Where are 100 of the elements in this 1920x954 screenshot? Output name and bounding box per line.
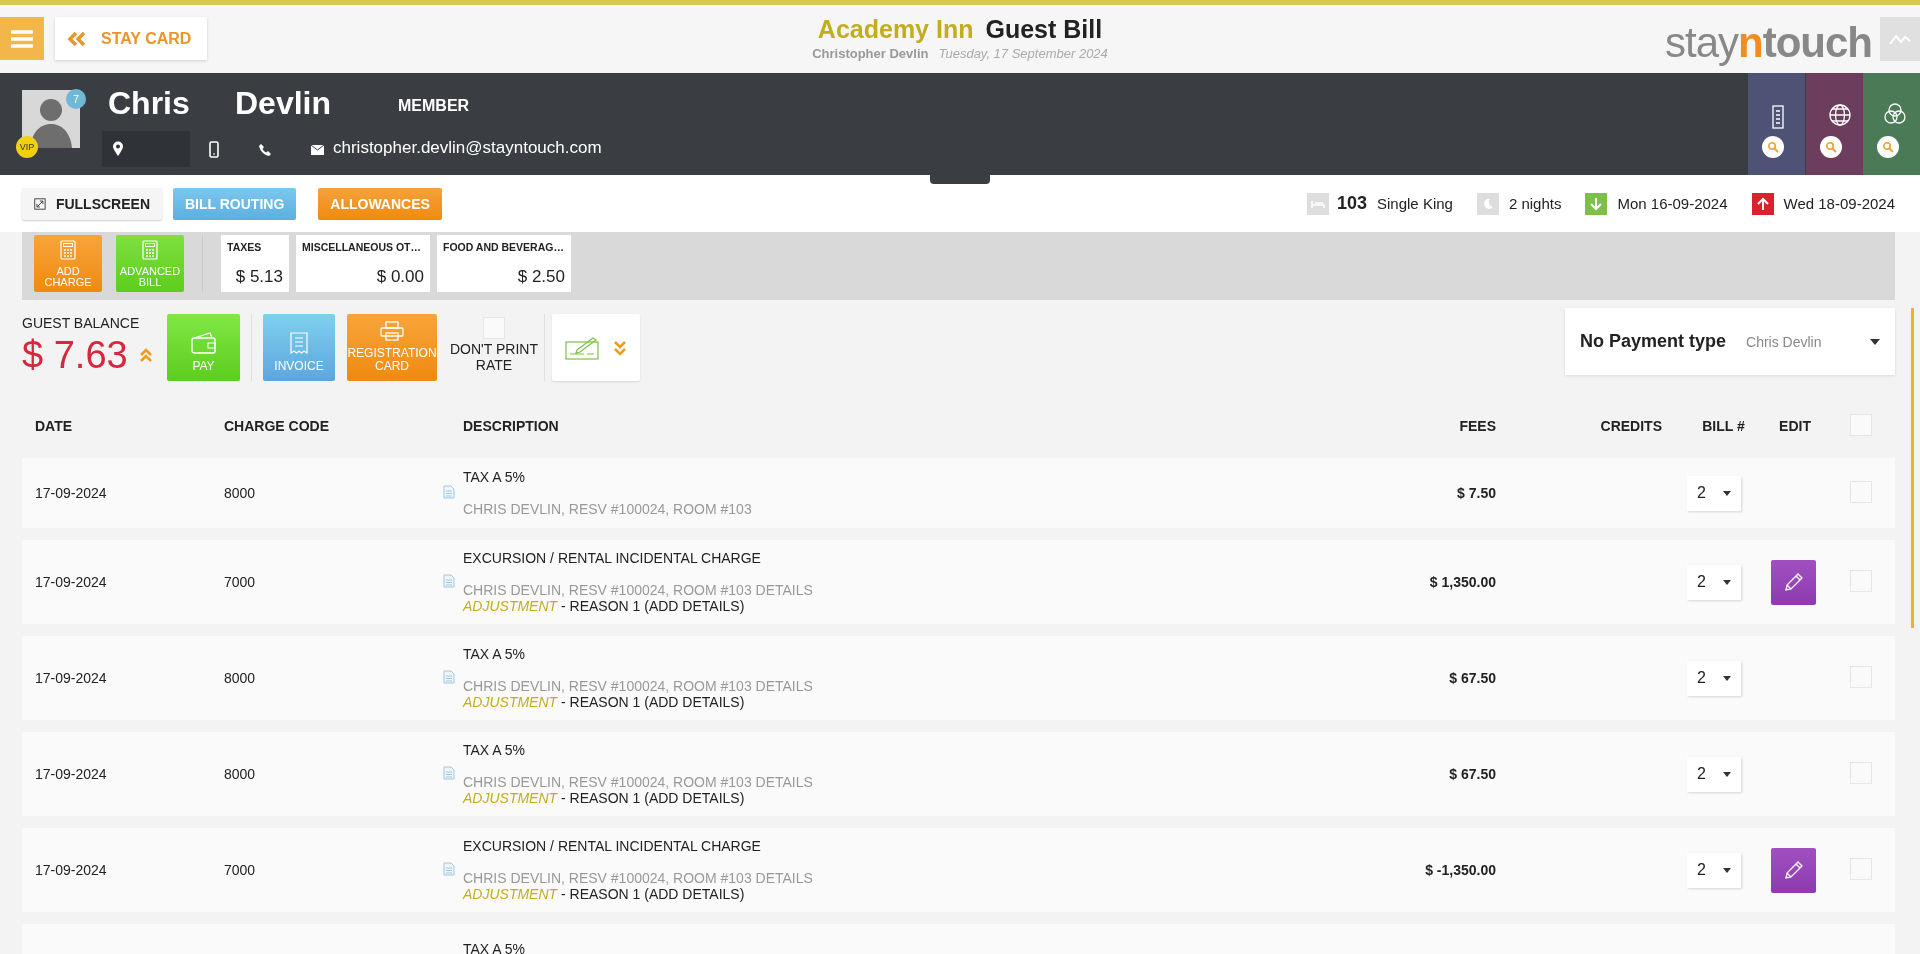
building-icon [1770, 103, 1786, 129]
document-icon[interactable] [443, 573, 455, 588]
edit-button[interactable] [1771, 847, 1816, 893]
search-icon [1825, 141, 1837, 153]
charge-details: CHRIS DEVLIN, RESV #100024, ROOM #103 DETAILS [463, 678, 814, 694]
search-icon [1767, 141, 1779, 153]
avatar [22, 90, 80, 148]
vip-badge: VIP [16, 136, 38, 158]
summary-amount: $ 5.13 [234, 267, 283, 287]
charge-row[interactable]: 17-09-2024 7000 EXCURSION / RENTAL INCIDENTAL CHARGE CHRIS DEVLIN, RESV #100024, ROOM #103 DETAILS ADJUSTMENT - REASON 1 (ADD DETAILS) $ -1,350.00 2 [22, 828, 1895, 912]
payment-method-button[interactable] [552, 314, 640, 381]
document-icon[interactable] [443, 669, 455, 684]
nights: 2 nights [1508, 195, 1562, 212]
column-header: CREDITS [1599, 418, 1662, 434]
summary-label: FOOD AND BEVERAG… [443, 241, 565, 253]
expand-icon [34, 195, 46, 212]
email-link[interactable]: christopher.devlin@stayntouch.com [333, 138, 602, 158]
bill-select[interactable]: 2 [1687, 852, 1741, 888]
line-chart-icon [1889, 32, 1911, 46]
date-cell-text: 17-09-2024 [35, 485, 108, 501]
charge-details: CHRIS DEVLIN, RESV #100024, ROOM #103 DETAILS [463, 870, 814, 886]
summary-label: TAXES [227, 241, 263, 253]
bill-select[interactable]: 2 [1687, 475, 1741, 511]
circles-tile[interactable] [1863, 73, 1920, 175]
date: Tuesday, 17 September 2024 [938, 46, 1108, 61]
fullscreen-button[interactable]: FULLSCREEN [22, 187, 162, 220]
logo-text: n [1738, 19, 1763, 67]
column-header: DATE [35, 418, 74, 434]
count-badge: 7 [66, 89, 86, 109]
charge-title: EXCURSION / RENTAL INCIDENTAL CHARGE [463, 838, 762, 854]
charge-title: TAX A 5% [463, 646, 526, 662]
chevron-up-icon[interactable] [139, 347, 153, 363]
fee-amount: $ 1,350.00 [1428, 574, 1496, 590]
adjustment-note: ADJUSTMENT - REASON 1 (ADD DETAILS) [463, 886, 746, 902]
scrollbar[interactable] [1911, 308, 1914, 628]
column-header: BILL # [1701, 418, 1746, 434]
bed-icon [1306, 192, 1329, 215]
room-type: Single King [1377, 195, 1453, 212]
hotel-name: Academy Inn [817, 15, 974, 44]
fee-amount: $ -1,350.00 [1424, 862, 1496, 878]
charge-title: TAX A 5% [463, 469, 526, 485]
fee-amount: $ 67.50 [1448, 670, 1496, 686]
charge-row[interactable]: 17-09-2024 8000 TAX A 5% CHRIS DEVLIN, RESV #100024, ROOM #103 $ 7.50 2 [22, 458, 1895, 528]
summary-card[interactable]: MISCELLANEOUS OT… $ 0.00 [296, 235, 430, 292]
menu-button[interactable] [0, 17, 44, 60]
date-cell-text: 17-09-2024 [35, 574, 108, 590]
column-header: CHARGE CODE [224, 418, 330, 434]
bill-select[interactable]: 2 [1687, 756, 1741, 792]
summary-label: MISCELLANEOUS OT… [302, 241, 422, 253]
circles-icon [1883, 103, 1907, 127]
column-header: DESCRIPTION [463, 418, 560, 434]
logo-text: stay [1665, 19, 1739, 67]
departure-icon [1751, 192, 1774, 215]
charge-row[interactable]: 17-09-2024 8000 TAX A 5% CHRIS DEVLIN, RESV #100024, ROOM #103 DETAILS ADJUSTMENT - REASON 1 (ADD DETAILS) $ 67.50 2 [22, 732, 1895, 816]
arrival-icon [1585, 192, 1608, 215]
fee-amount: $ 7.50 [1456, 485, 1496, 501]
check-writing-icon [565, 335, 601, 360]
logo-text: touch [1762, 19, 1872, 67]
payment-type-dropdown[interactable]: No Payment type Chris Devlin [1565, 308, 1895, 375]
caret-icon [1723, 867, 1731, 873]
summary-amount: $ 0.00 [375, 267, 424, 287]
charge-code-cell-text: 8000 [224, 670, 257, 686]
receipt-icon [290, 332, 308, 354]
column-header: FEES [1458, 418, 1496, 434]
date-cell-text: 17-09-2024 [35, 766, 108, 782]
building-tile[interactable] [1748, 73, 1805, 175]
phone-icon [259, 143, 272, 156]
caret-icon [1723, 675, 1731, 681]
fee-amount: $ 67.50 [1448, 766, 1496, 782]
departure-date: Wed 18-09-2024 [1783, 195, 1895, 212]
charge-code-cell-text: 8000 [224, 485, 257, 501]
summary-card[interactable]: FOOD AND BEVERAG… $ 2.50 [437, 235, 571, 292]
bill-select[interactable]: 2 [1687, 660, 1741, 696]
drawer-handle[interactable] [930, 175, 990, 184]
caret-icon [1870, 338, 1880, 345]
globe-tile[interactable] [1806, 73, 1863, 175]
search-icon [1882, 141, 1894, 153]
charge-title: TAX A 5% [463, 742, 526, 758]
charge-code-cell-text: 7000 [224, 862, 257, 878]
moon-icon [1476, 192, 1499, 215]
guest-name: Christopher Devlin [812, 46, 929, 61]
activity-button[interactable] [1880, 17, 1920, 61]
last-name: Devlin [235, 85, 332, 122]
mail-icon [311, 145, 324, 155]
charge-row[interactable]: TAX A 5% [22, 924, 1895, 954]
charge-row[interactable]: 17-09-2024 7000 EXCURSION / RENTAL INCIDENTAL CHARGE CHRIS DEVLIN, RESV #100024, ROOM #103 DETAILS ADJUSTMENT - REASON 1 (ADD DETAILS) $ 1,350.00 2 [22, 540, 1895, 624]
document-icon[interactable] [443, 484, 455, 499]
charge-details: CHRIS DEVLIN, RESV #100024, ROOM #103 DETAILS [463, 582, 814, 598]
bill-select[interactable]: 2 [1687, 564, 1741, 600]
document-icon[interactable] [443, 861, 455, 876]
first-name: Chris [108, 85, 190, 122]
document-icon[interactable] [443, 765, 455, 780]
summary-card[interactable]: TAXES $ 5.13 [221, 235, 289, 292]
charge-row[interactable]: 17-09-2024 8000 TAX A 5% CHRIS DEVLIN, RESV #100024, ROOM #103 DETAILS ADJUSTMENT - REASON 1 (ADD DETAILS) $ 67.50 2 [22, 636, 1895, 720]
edit-button[interactable] [1771, 559, 1816, 605]
balance-amount: $ 7.63 [22, 334, 128, 377]
room-number: 103 [1336, 193, 1367, 214]
charge-details: CHRIS DEVLIN, RESV #100024, ROOM #103 [463, 501, 753, 517]
charge-code-cell-text: 7000 [224, 574, 257, 590]
location-button[interactable] [102, 131, 190, 167]
